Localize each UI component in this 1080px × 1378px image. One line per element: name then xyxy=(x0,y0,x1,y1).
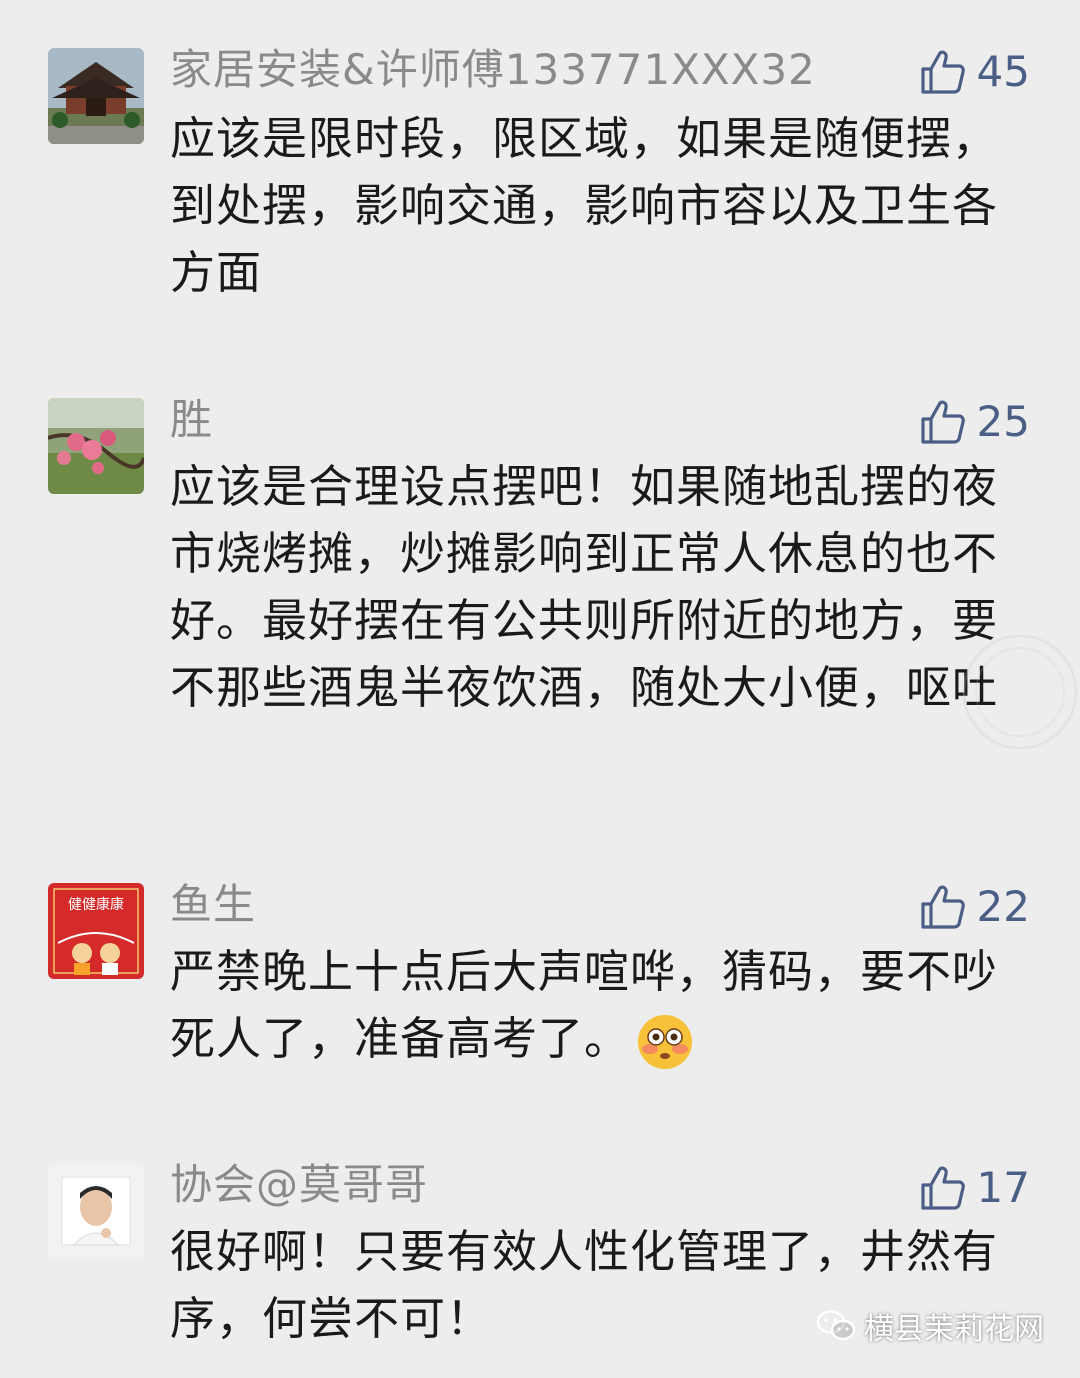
like-count: 45 xyxy=(976,47,1030,96)
comment-item: 健健康康 鱼生 22 严禁晚上十点后大声喧哗，猜码，要不吵死人了，准备高考了。 xyxy=(0,875,1080,1075)
like-count: 25 xyxy=(976,397,1030,446)
red-card-image: 健健康康 xyxy=(48,883,144,979)
username[interactable]: 胜 xyxy=(170,395,213,445)
like-button[interactable]: 22 xyxy=(919,882,1030,932)
watermark: 横县茉莉花网 xyxy=(816,1304,1044,1348)
person-photo-image xyxy=(48,1163,144,1259)
like-button[interactable]: 45 xyxy=(919,47,1030,97)
avatar[interactable]: 健健康康 xyxy=(48,883,144,979)
flower-photo-image xyxy=(48,398,144,494)
like-button[interactable]: 25 xyxy=(919,397,1030,447)
avatar-text: 健健康康 xyxy=(68,896,124,913)
username[interactable]: 家居安装&许师傅133771XXX32 xyxy=(170,45,816,95)
comment-item: 胜 25 应该是合理设点摆吧！如果随地乱摆的夜市烧烤摊，炒摊影响到正常人休息的也… xyxy=(0,390,1080,820)
flushed-face-emoji-icon xyxy=(638,1015,693,1069)
like-button[interactable]: 17 xyxy=(919,1163,1030,1213)
comment-text: 严禁晚上十点后大声喧哗，猜码，要不吵死人了，准备高考了。 xyxy=(170,938,1030,1072)
avatar[interactable] xyxy=(48,48,144,144)
username[interactable]: 协会@莫哥哥 xyxy=(170,1160,428,1210)
avatar[interactable] xyxy=(48,1163,144,1259)
comment-text: 应该是限时段，限区域，如果是随便摆，到处摆，影响交通，影响市容以及卫生各方面 xyxy=(170,112,999,299)
comment-text-content: 严禁晚上十点后大声喧哗，猜码，要不吵死人了，准备高考了。 xyxy=(170,945,999,1065)
like-count: 22 xyxy=(976,882,1030,931)
username[interactable]: 鱼生 xyxy=(170,880,256,930)
comment-item: 家居安装&许师傅133771XXX32 45 应该是限时段，限区域，如果是随便摆… xyxy=(0,0,1080,340)
thumbs-up-icon xyxy=(920,885,965,929)
thumbs-up-icon xyxy=(920,400,965,444)
building-photo-image xyxy=(48,48,144,144)
watermark-label: 横县茉莉花网 xyxy=(864,1312,1044,1347)
thumbs-up-icon xyxy=(920,1166,965,1210)
avatar[interactable] xyxy=(48,398,144,494)
wechat-icon xyxy=(816,1310,856,1341)
comment-text: 应该是合理设点摆吧！如果随地乱摆的夜市烧烤摊，炒摊影响到正常人休息的也不好。最好… xyxy=(170,460,999,714)
seal-watermark-icon xyxy=(962,634,1078,750)
like-count: 17 xyxy=(976,1163,1030,1212)
thumbs-up-icon xyxy=(920,50,965,94)
